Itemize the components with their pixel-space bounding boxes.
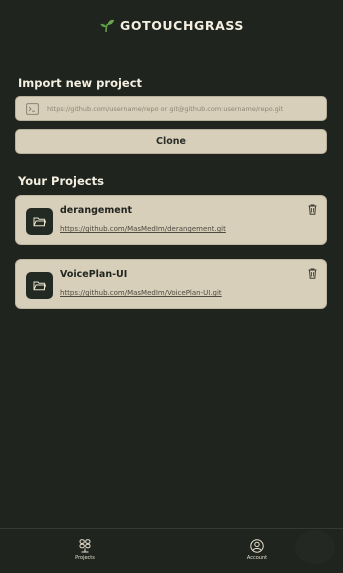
trash-icon[interactable]: [308, 268, 317, 279]
nav-item-projects[interactable]: Projects: [55, 539, 115, 561]
repo-url-input[interactable]: [47, 104, 317, 113]
project-card[interactable]: VoicePlan-UI https://github.com/MasMedIm…: [15, 259, 327, 309]
project-card[interactable]: derangement https://github.com/MasMedIm/…: [15, 195, 327, 245]
nav-item-account[interactable]: Account: [227, 539, 287, 561]
projects-section-title: Your Projects: [18, 174, 104, 188]
account-icon: [250, 539, 264, 553]
app-logo: GOTOUCHGRASS: [0, 18, 343, 33]
logo-text: GOTOUCHGRASS: [119, 18, 245, 33]
terminal-icon: [26, 102, 39, 115]
project-url-link[interactable]: https://github.com/MasMedIm/derangement.…: [60, 225, 226, 233]
nav-label-account: Account: [246, 555, 268, 561]
repo-url-field[interactable]: [15, 96, 327, 121]
import-section-title: Import new project: [18, 76, 143, 90]
sprout-icon: [99, 19, 115, 33]
trash-icon[interactable]: [308, 204, 317, 215]
corner-shadow: [295, 530, 335, 564]
folder-icon: [26, 208, 53, 235]
bottom-nav: Projects Account: [0, 528, 343, 573]
project-name: derangement: [60, 205, 132, 216]
project-url-link[interactable]: https://github.com/MasMedIm/VoicePlan-UI…: [60, 289, 222, 297]
project-name: VoicePlan-UI: [60, 269, 128, 280]
folder-icon: [26, 272, 53, 299]
projects-nav-icon: [79, 539, 91, 553]
clone-button[interactable]: Clone: [15, 129, 327, 154]
nav-label-projects: Projects: [75, 555, 95, 561]
